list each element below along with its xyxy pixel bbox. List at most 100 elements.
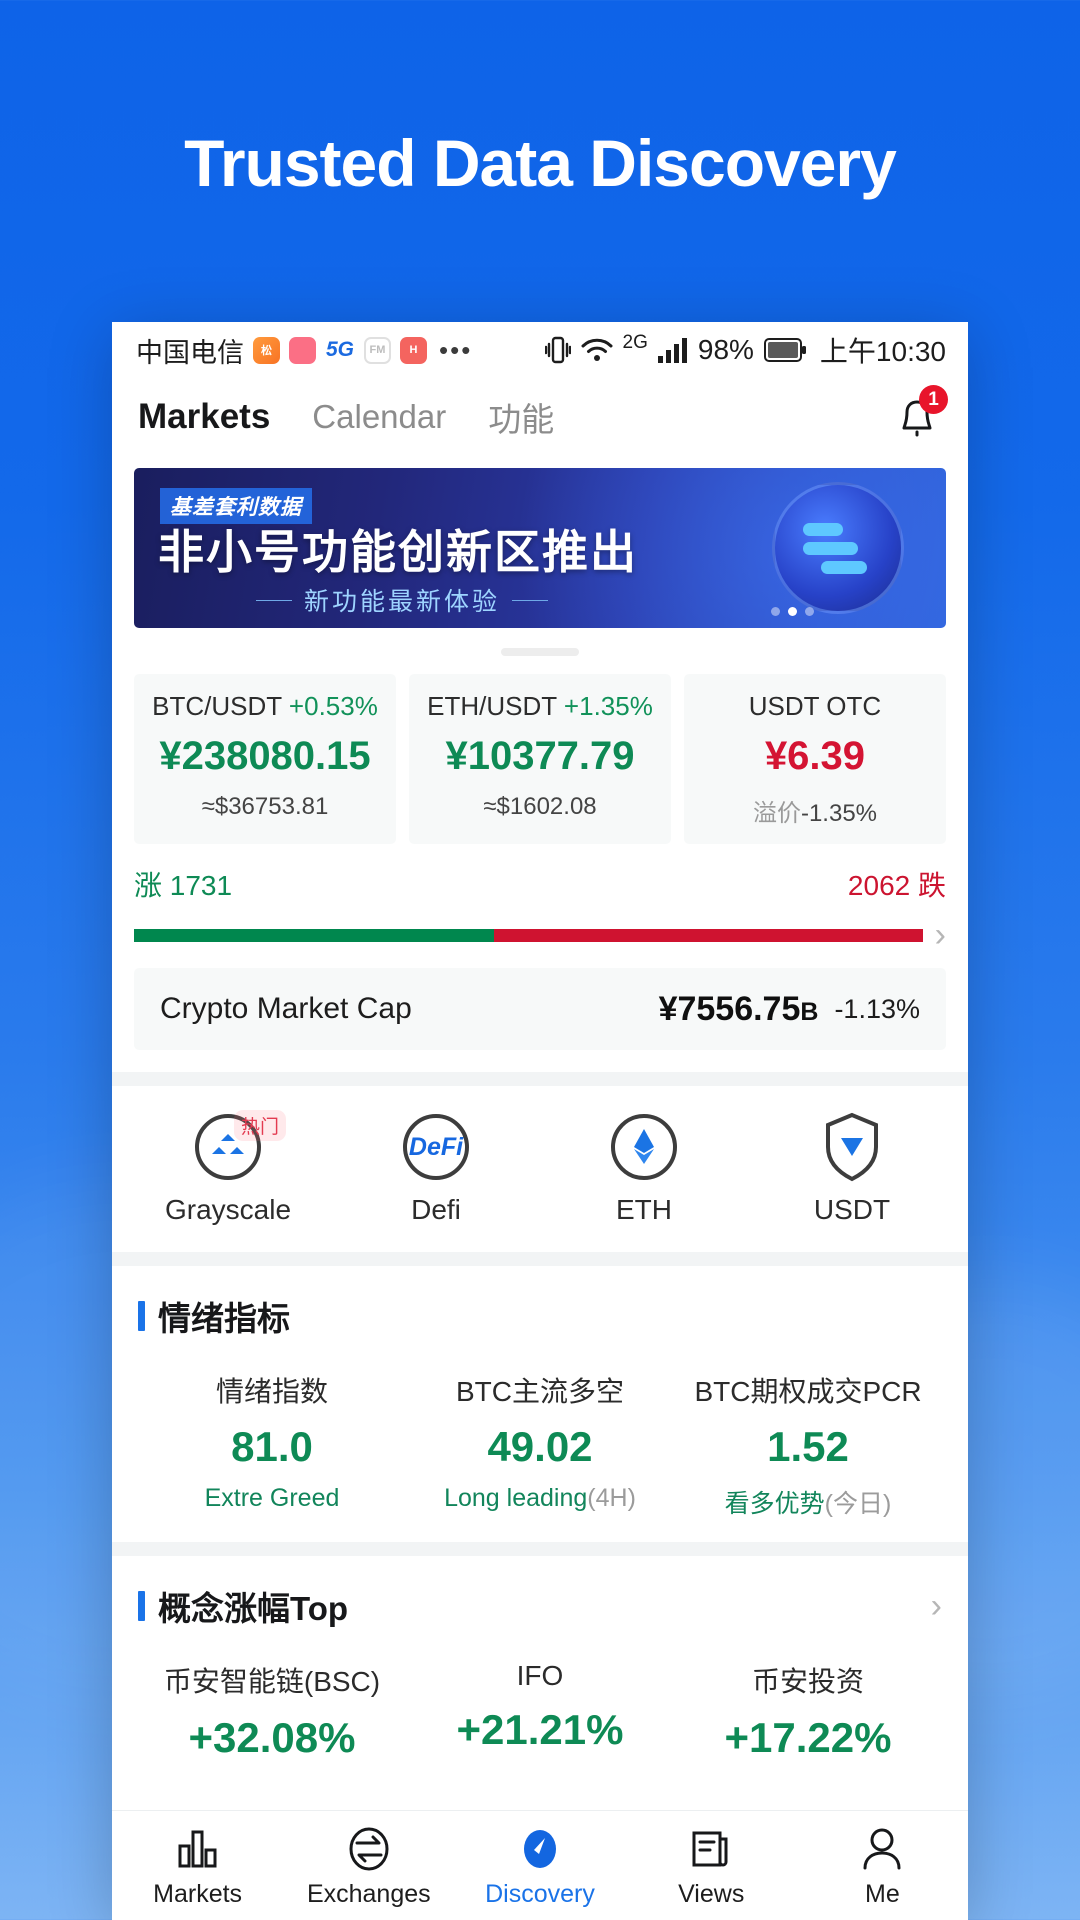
ticker-price: ¥6.39 (764, 734, 866, 778)
bottom-nav-exchanges[interactable]: Exchanges (283, 1822, 454, 1909)
up-count-label: 涨 1731 (134, 870, 233, 901)
battery-percent-label: 98% (697, 334, 754, 365)
squirrel-app-icon: 松 (253, 336, 280, 364)
concept-name: 币安智能链(BSC) (163, 1666, 381, 1697)
concept-item[interactable]: IFO +21.21% (406, 1660, 674, 1762)
drag-handle[interactable] (501, 648, 579, 656)
concept-item[interactable]: 币安智能链(BSC) +32.08% (138, 1660, 406, 1762)
market-cap-change: -1.13% (834, 993, 920, 1024)
status-bar-left: 中国电信 松 5G FM H ••• (136, 331, 545, 370)
promo-banner[interactable]: 基差套利数据 非小号功能创新区推出 新功能最新体验 (134, 468, 946, 628)
market-cap-amount: ¥7556.75 (658, 989, 801, 1028)
bottom-nav-views[interactable]: Views (626, 1822, 797, 1909)
banner-container: 基差套利数据 非小号功能创新区推出 新功能最新体验 (112, 456, 968, 656)
metric-sub: Extre Greed (138, 1484, 406, 1513)
banner-decorative-icon (772, 482, 904, 614)
top-navigation: Markets Calendar 功能 1 (112, 378, 968, 456)
section-title: 概念涨幅Top (158, 1590, 349, 1627)
metric-value: 81.0 (231, 1423, 313, 1470)
ticker-card-usdt-otc[interactable]: USDT OTC ¥6.39 溢价-1.35% (684, 674, 946, 844)
metric-sentiment-index[interactable]: 情绪指数 81.0 Extre Greed (138, 1370, 406, 1520)
ticker-cards: BTC/USDT +0.53% ¥238080.15 ≈$36753.81 ET… (112, 656, 968, 844)
clock-label: 上午10:30 (819, 336, 946, 367)
ticker-header: ETH/USDT +1.35% (415, 691, 665, 722)
ticker-premium: 溢价-1.35% (690, 793, 940, 828)
market-cap-card[interactable]: Crypto Market Cap ¥7556.75B -1.13% (134, 968, 946, 1050)
shortcut-defi[interactable]: DeFi Defi (332, 1114, 540, 1226)
shortcut-label: ETH (616, 1194, 672, 1225)
tab-calendar[interactable]: Calendar (312, 398, 446, 436)
down-count-label: 2062 跌 (847, 870, 946, 901)
market-cap-value: ¥7556.75B (659, 990, 819, 1029)
sentiment-header: 情绪指标 (138, 1292, 942, 1340)
bar-chart-icon (112, 1822, 283, 1876)
huawei-app-icon: H (400, 336, 427, 364)
metric-label: BTC期权成交PCR (694, 1376, 922, 1407)
metric-sub: Long leading(4H) (406, 1484, 674, 1513)
metric-value: 49.02 (487, 1423, 593, 1470)
bottom-nav-markets[interactable]: Markets (112, 1822, 283, 1909)
shortcut-grayscale[interactable]: 热门 Grayscale (124, 1110, 332, 1226)
premium-value: -1.35% (800, 800, 878, 827)
bottom-nav-label: Exchanges (306, 1880, 431, 1908)
concept-item[interactable]: 币安投资 +17.22% (674, 1660, 942, 1762)
concept-change: +32.08% (188, 1714, 356, 1761)
ticker-pair: ETH/USDT (427, 691, 557, 721)
tab-features[interactable]: 功能 (488, 393, 554, 441)
ticker-card-btc[interactable]: BTC/USDT +0.53% ¥238080.15 ≈$36753.81 (134, 674, 396, 844)
sentiment-metrics: 情绪指数 81.0 Extre Greed BTC主流多空 49.02 Long… (138, 1370, 942, 1520)
tab-markets[interactable]: Markets (138, 397, 270, 437)
banner-title: 非小号功能创新区推出 (158, 526, 638, 578)
metric-btc-long-short[interactable]: BTC主流多空 49.02 Long leading(4H) (406, 1370, 674, 1520)
metric-sub-dim: (今日) (824, 1490, 892, 1518)
section-title: 情绪指标 (158, 1300, 290, 1337)
chevron-right-icon[interactable]: › (931, 1589, 942, 1623)
section-divider (112, 1252, 968, 1266)
market-cap-container: Crypto Market Cap ¥7556.75B -1.13% (112, 952, 968, 1050)
breadth-bar-row[interactable]: › (134, 918, 946, 952)
market-breadth: 涨 1731 2062 跌 › (112, 844, 968, 952)
chevron-right-icon[interactable]: › (935, 918, 946, 952)
shortcut-eth[interactable]: ETH (540, 1114, 748, 1226)
concept-gainers: 币安智能链(BSC) +32.08% IFO +21.21% 币安投资 +17.… (138, 1660, 942, 1762)
market-cap-label: Crypto Market Cap (160, 992, 412, 1025)
5g-icon: 5G (325, 338, 354, 361)
metric-sub-dim: (4H) (587, 1484, 636, 1512)
person-icon (797, 1822, 968, 1876)
ticker-card-eth[interactable]: ETH/USDT +1.35% ¥10377.79 ≈$1602.08 (409, 674, 671, 844)
news-icon (626, 1822, 797, 1876)
metric-sub-text: Extre Greed (204, 1484, 340, 1512)
bottom-nav-label: Me (865, 1880, 900, 1908)
vibrate-icon (544, 335, 571, 365)
breadth-bar-up (134, 928, 494, 942)
bottom-navigation: Markets Exchanges Discovery Views Me (112, 1810, 968, 1920)
metric-value: 1.52 (767, 1423, 849, 1470)
carrier-label: 中国电信 (136, 337, 244, 368)
ticker-pair: USDT OTC (748, 691, 882, 721)
concepts-header[interactable]: 概念涨幅Top › (138, 1582, 942, 1630)
wifi-icon (581, 337, 613, 363)
banner-subtitle: 新功能最新体验 (255, 582, 549, 618)
fm-icon: FM (364, 336, 391, 364)
metric-btc-options-pcr[interactable]: BTC期权成交PCR 1.52 看多优势(今日) (674, 1370, 942, 1520)
ticker-usd: ≈$36753.81 (201, 793, 329, 820)
ethereum-icon (611, 1114, 677, 1180)
ticker-header: USDT OTC (690, 691, 940, 722)
bottom-nav-me[interactable]: Me (797, 1822, 968, 1909)
bottom-nav-discovery[interactable]: Discovery (454, 1822, 625, 1909)
banner-pager-dots[interactable] (771, 607, 814, 616)
shortcut-label: Grayscale (164, 1194, 292, 1225)
book-app-icon (289, 336, 316, 364)
ticker-price: ¥238080.15 (159, 734, 371, 778)
concepts-section: 概念涨幅Top › 币安智能链(BSC) +32.08% IFO +21.21%… (112, 1556, 968, 1762)
ticker-usd: ≈$1602.08 (483, 793, 597, 820)
hot-badge: 热门 (234, 1110, 287, 1141)
shortcut-label: Defi (411, 1194, 461, 1225)
concept-change: +21.21% (456, 1706, 624, 1753)
ticker-price: ¥10377.79 (445, 734, 635, 778)
shortcut-usdt[interactable]: USDT (748, 1112, 956, 1226)
section-accent-bar (138, 1591, 145, 1621)
premium-label: 溢价 (752, 800, 801, 827)
notifications-button[interactable]: 1 (890, 385, 948, 444)
battery-icon (763, 338, 806, 362)
